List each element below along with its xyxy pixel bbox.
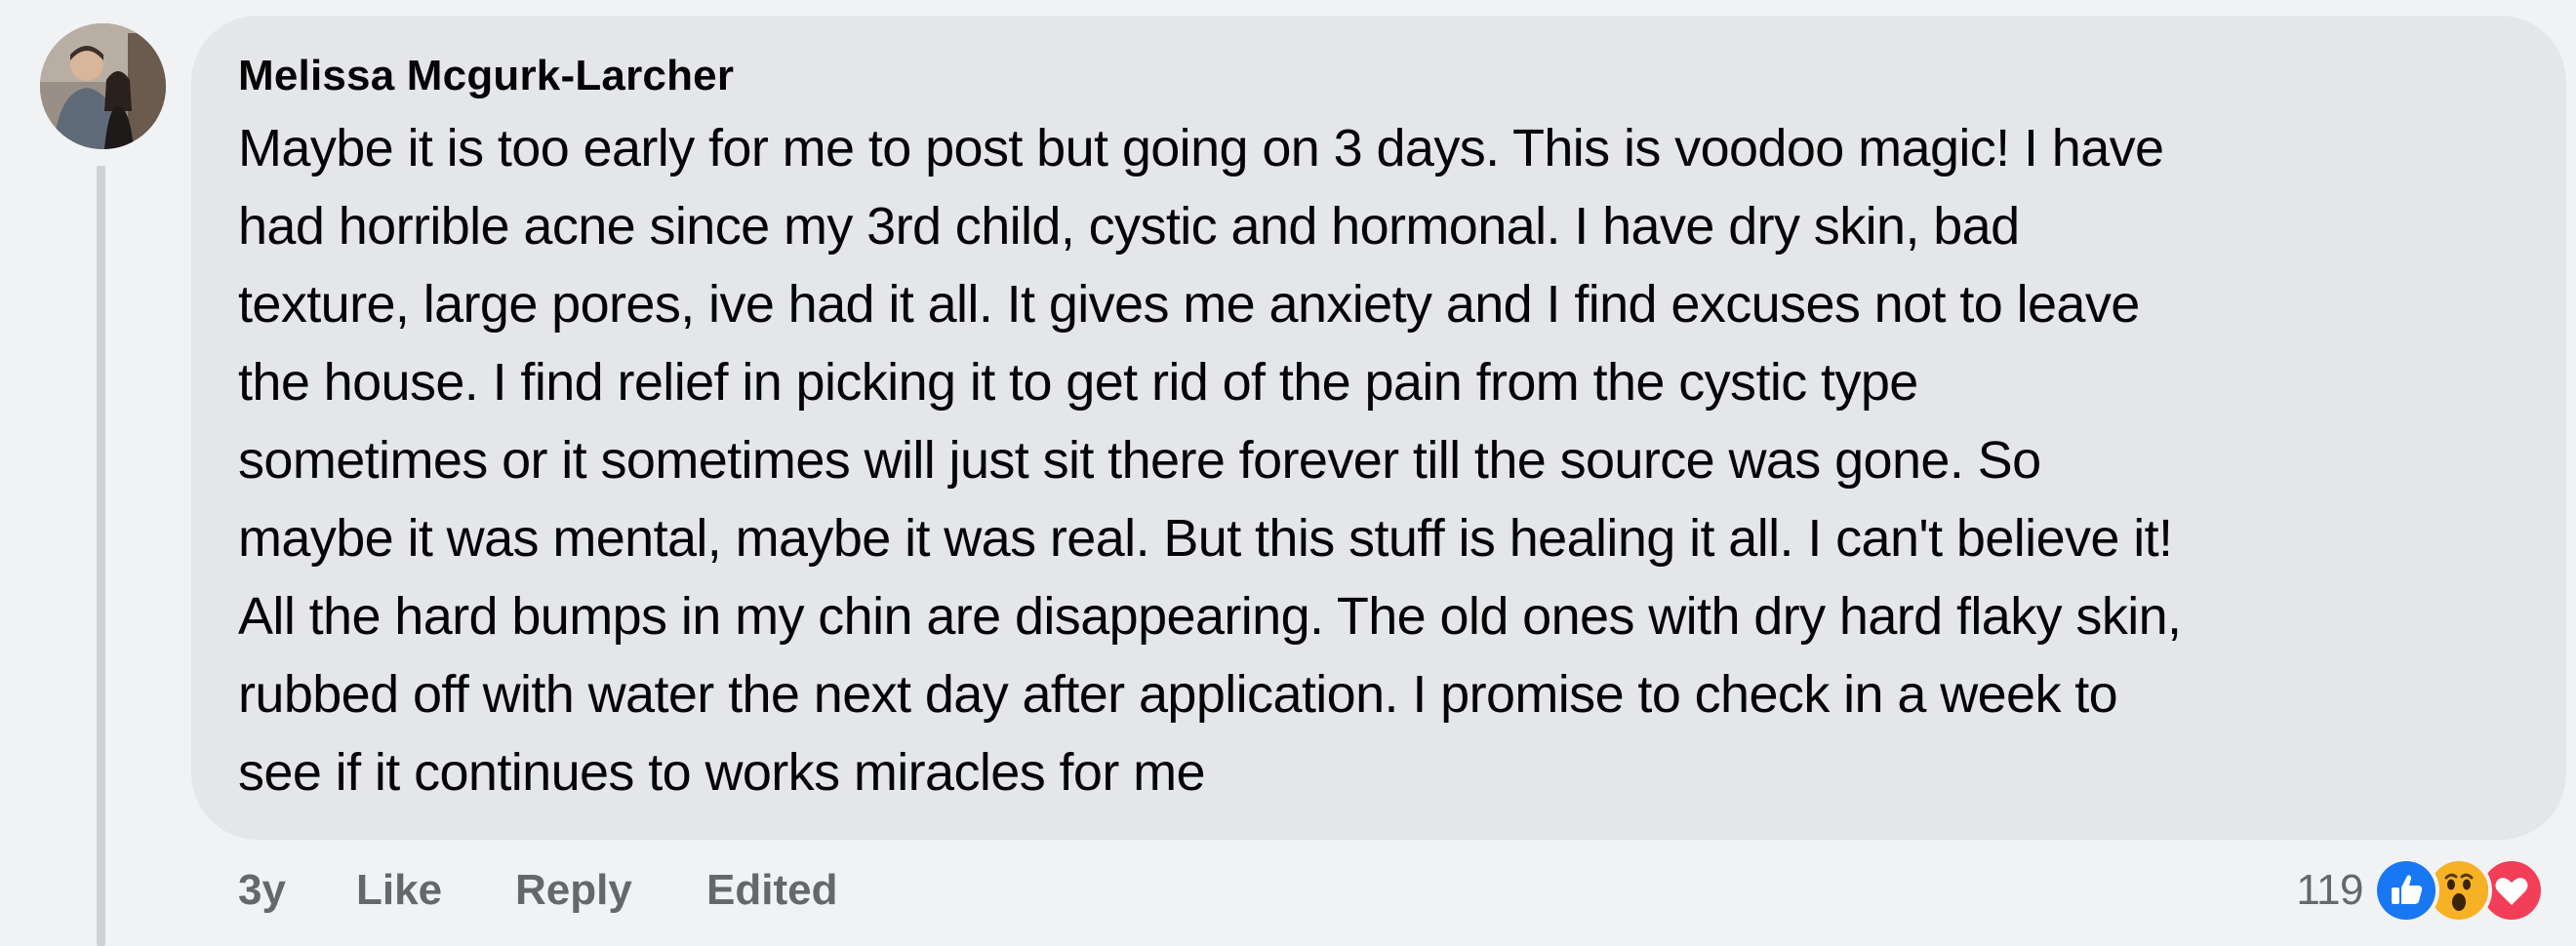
reply-button[interactable]: Reply [515,856,632,925]
thread-line [97,166,105,946]
comment-author-name[interactable]: Melissa Mcgurk-Larcher [238,49,734,103]
reaction-count: 119 [2296,866,2363,914]
avatar-photo-icon [40,23,166,149]
reaction-summary[interactable]: 119 [2296,856,2545,925]
comment-timestamp[interactable]: 3y [238,856,286,925]
comment-bubble: Melissa Mcgurk-Larcher Maybe it is too e… [191,16,2566,840]
comment-text: Maybe it is too early for me to post but… [238,119,2182,802]
avatar[interactable] [40,23,166,149]
comment-actions: 3y Like Reply Edited 119 [0,856,2576,925]
edited-label[interactable]: Edited [706,856,837,925]
like-reaction-icon [2373,857,2439,924]
like-button[interactable]: Like [356,856,442,925]
